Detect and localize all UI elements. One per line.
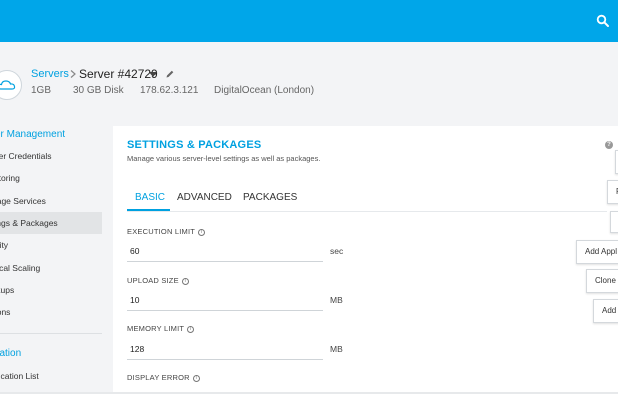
memory-limit-unit: MB <box>330 344 343 354</box>
upload-size-unit: MB <box>330 295 343 305</box>
help-icon[interactable]: ? <box>605 141 613 149</box>
display-error-label-text: DISPLAY ERROR <box>127 373 190 382</box>
sidebar-item-master-credentials[interactable]: ster Credentials <box>0 145 102 167</box>
sidebar-item-security[interactable]: urity <box>0 234 102 256</box>
chevron-right-icon <box>70 70 76 78</box>
pencil-icon[interactable] <box>165 69 175 79</box>
settings-panel: SETTINGS & PACKAGES Manage various serve… <box>113 126 618 394</box>
execution-limit-unit: sec <box>330 246 344 256</box>
sidebar: ver Management ster Credentials nitoring… <box>0 122 102 394</box>
sidebar-section-server-management: ver Management <box>0 129 66 140</box>
tab-divider <box>127 211 607 212</box>
upload-size-underline <box>127 310 323 311</box>
server-name: Server #42729 <box>79 67 158 81</box>
info-icon[interactable]: i <box>198 228 206 236</box>
sidebar-item-settings-packages[interactable]: tings & Packages <box>0 212 102 234</box>
add-application-button[interactable]: Add Appl <box>576 240 618 264</box>
server-header: Servers Server #42729 1GB 30 GB Disk 178… <box>0 42 618 122</box>
upload-size-input[interactable]: 10 <box>130 295 139 305</box>
sidebar-item-manage-services[interactable]: nage Services <box>0 190 102 212</box>
sidebar-item-addons[interactable]: dons <box>0 301 102 323</box>
breadcrumb-servers-link[interactable]: Servers <box>31 68 69 80</box>
info-icon[interactable]: i <box>187 325 195 333</box>
execution-limit-underline <box>127 261 323 262</box>
server-provider: DigitalOcean (London) <box>214 85 315 96</box>
tab-advanced[interactable]: ADVANCED <box>177 192 232 203</box>
execution-limit-label: EXECUTION LIMIT i <box>127 227 206 236</box>
sidebar-item-vertical-scaling[interactable]: rtical Scaling <box>0 257 102 279</box>
page-title: SETTINGS & PACKAGES <box>127 139 262 151</box>
execution-limit-input[interactable]: 60 <box>130 246 139 256</box>
sidebar-section-application: lication <box>0 348 22 359</box>
info-icon[interactable]: i <box>192 374 200 382</box>
top-bar <box>0 0 618 42</box>
caret-down-icon[interactable] <box>149 72 157 77</box>
display-error-label: DISPLAY ERROR i <box>127 373 200 382</box>
search-icon[interactable] <box>596 14 610 28</box>
clone-button[interactable]: Clone <box>586 269 618 293</box>
action-button-partial-3[interactable] <box>610 211 618 233</box>
memory-limit-label: MEMORY LIMIT i <box>127 324 195 333</box>
tab-basic[interactable]: BASIC <box>135 192 165 203</box>
memory-limit-underline <box>127 359 323 360</box>
action-button-partial-2[interactable]: F <box>607 180 618 204</box>
server-ip: 178.62.3.121 <box>140 85 199 96</box>
execution-limit-label-text: EXECUTION LIMIT <box>127 227 196 236</box>
sidebar-item-backups[interactable]: ckups <box>0 279 102 301</box>
info-icon[interactable]: i <box>181 277 189 285</box>
page-subtitle: Manage various server-level settings as … <box>127 154 321 163</box>
sidebar-divider <box>0 333 102 334</box>
add-button[interactable]: Add <box>593 299 618 323</box>
memory-limit-input[interactable]: 128 <box>130 344 144 354</box>
sidebar-item-monitoring[interactable]: nitoring <box>0 167 102 189</box>
upload-size-label: UPLOAD SIZE i <box>127 276 189 285</box>
upload-size-label-text: UPLOAD SIZE <box>127 276 179 285</box>
cloud-logo-icon <box>0 70 22 100</box>
sidebar-item-application-list[interactable]: plication List <box>0 365 102 387</box>
tab-packages[interactable]: PACKAGES <box>243 192 297 203</box>
server-ram: 1GB <box>31 85 52 96</box>
server-disk: 30 GB Disk <box>73 85 124 96</box>
memory-limit-label-text: MEMORY LIMIT <box>127 324 185 333</box>
